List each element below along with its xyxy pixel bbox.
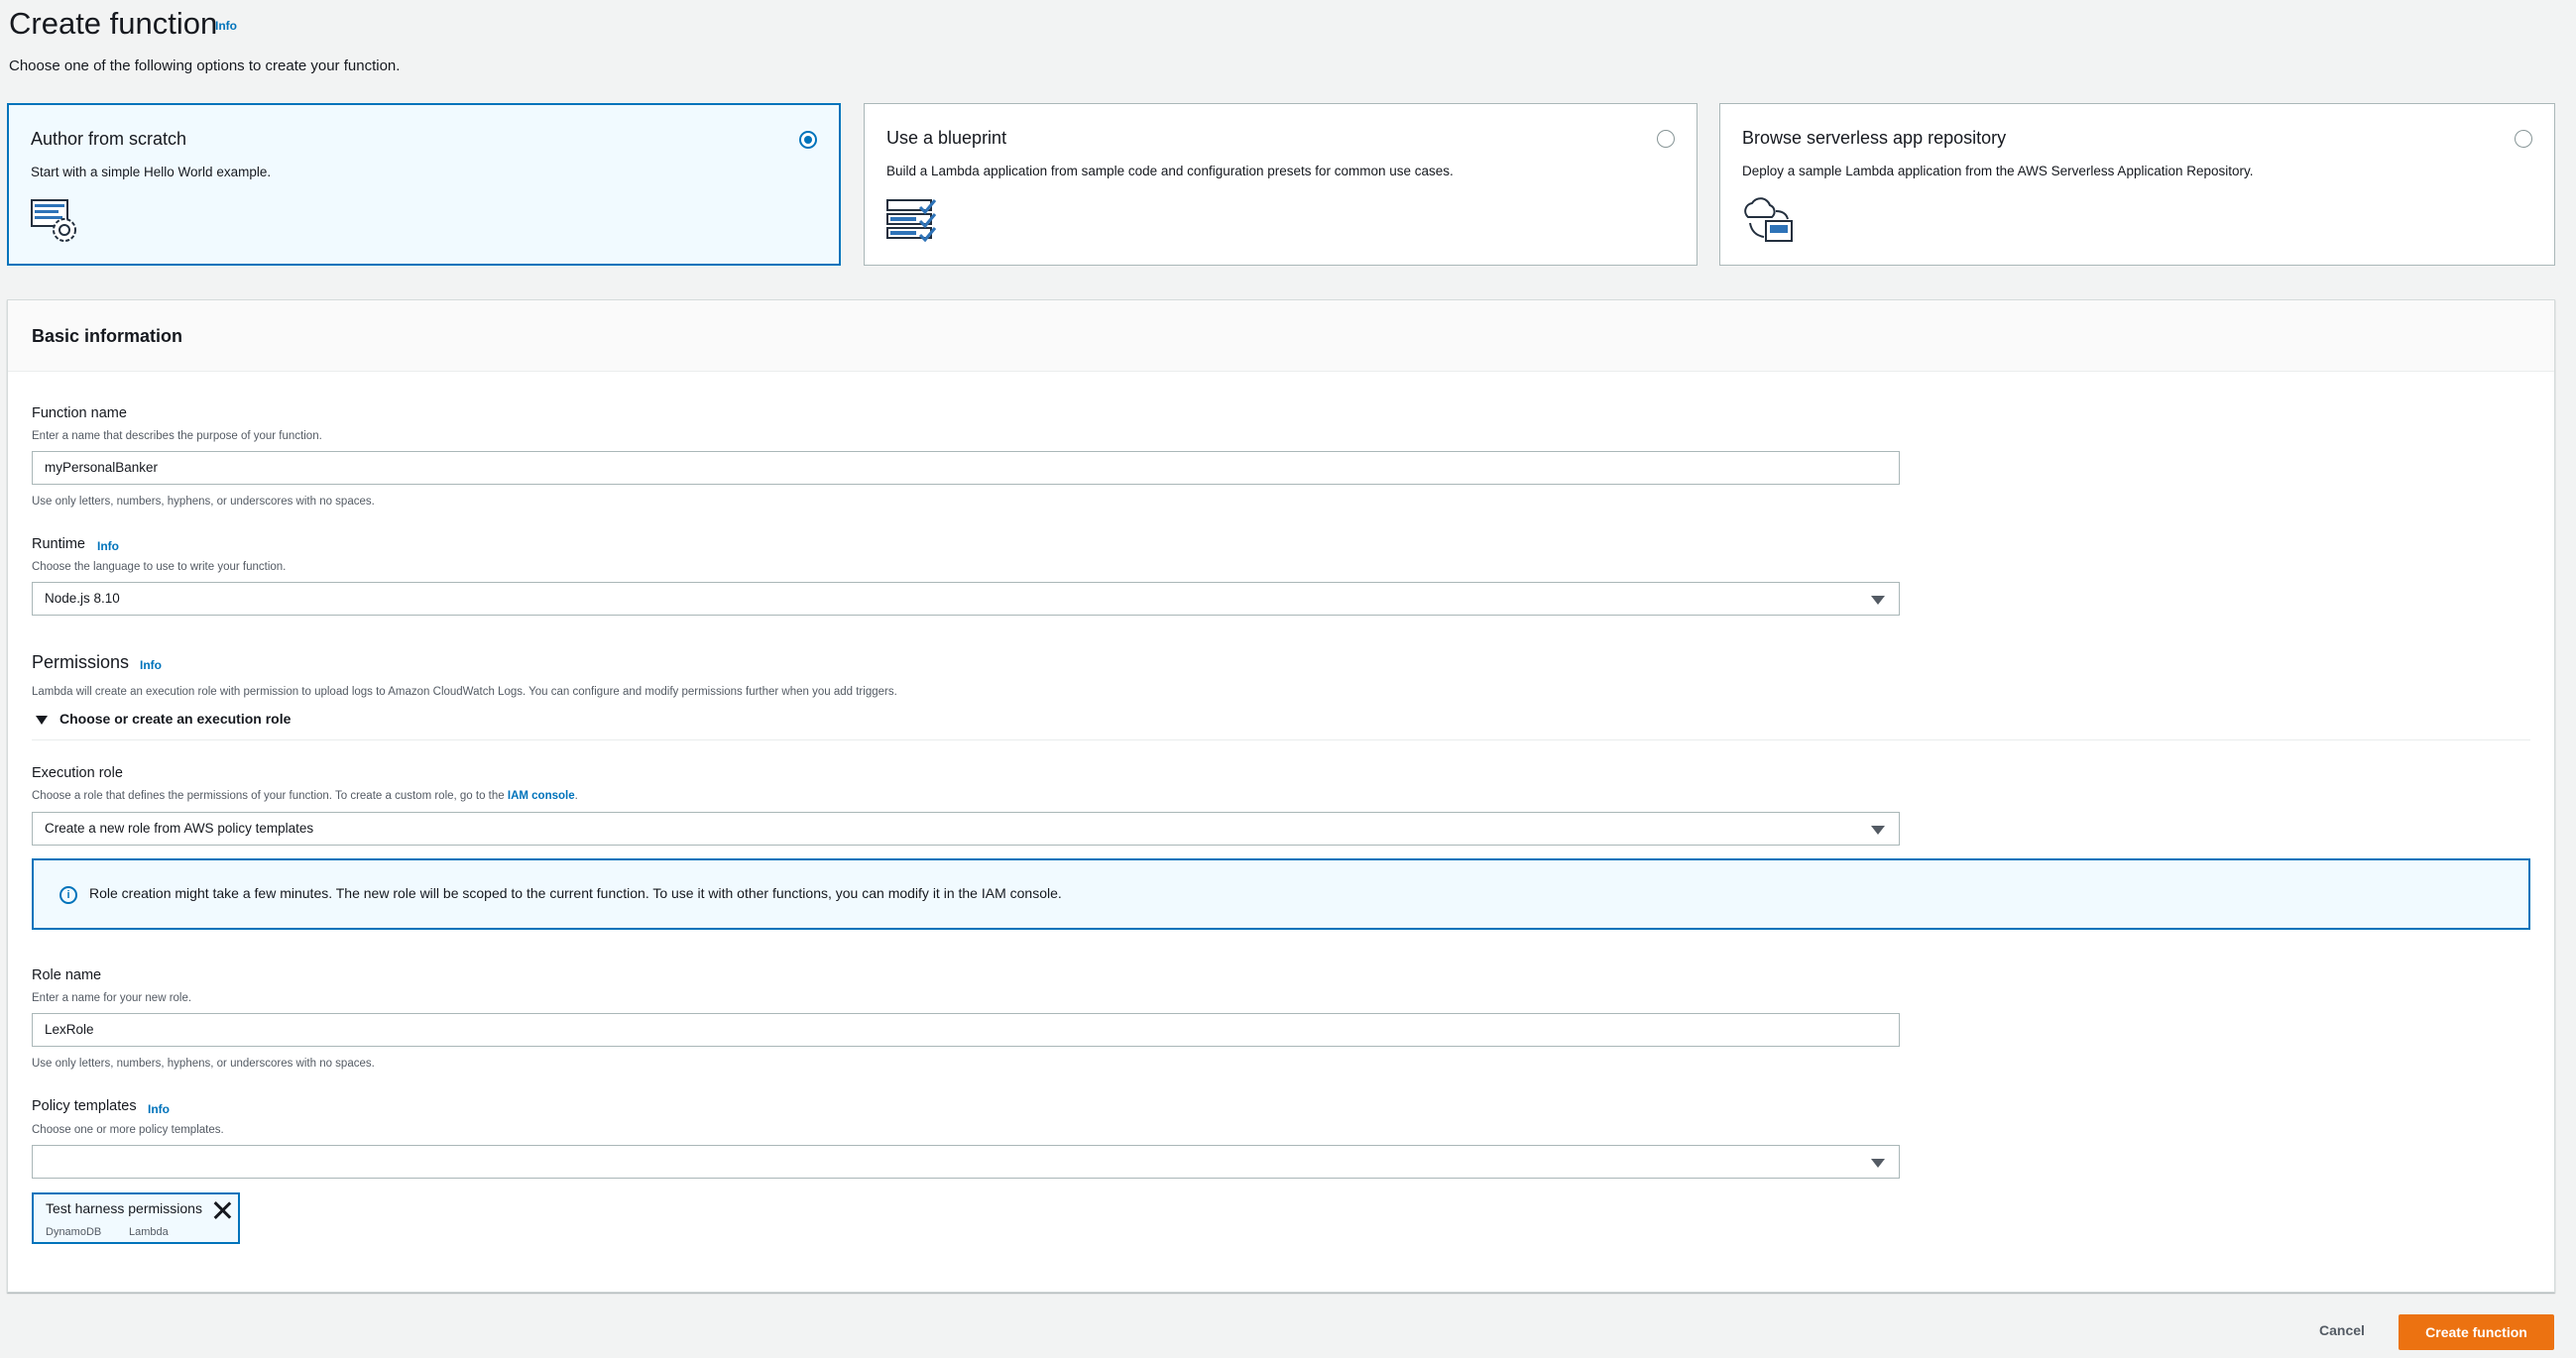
info-circle-icon: i <box>59 886 77 904</box>
cancel-button[interactable]: Cancel <box>2302 1314 2382 1346</box>
policy-templates-select[interactable] <box>32 1145 1900 1179</box>
title-info-link[interactable]: Info <box>215 19 237 33</box>
chevron-down-icon <box>1871 1159 1885 1168</box>
alert-text: Role creation might take a few minutes. … <box>89 885 1062 901</box>
runtime-info-link[interactable]: Info <box>97 539 119 553</box>
option-title: Browse serverless app repository <box>1742 128 2007 148</box>
option-radio[interactable] <box>2515 130 2532 148</box>
option-description: Build a Lambda application from sample c… <box>886 164 1454 178</box>
policy-template-token: Test harness permissions DynamoDB Lambda <box>32 1192 240 1244</box>
caret-down-icon <box>36 716 48 725</box>
execution-role-description-text: Choose a role that defines the permissio… <box>32 790 505 802</box>
permissions-heading: Permissions <box>32 652 130 672</box>
blueprint-checklist-icon <box>886 199 937 243</box>
author-code-gear-icon <box>31 199 76 242</box>
basic-information-panel: Basic information Function name Enter a … <box>7 299 2555 1293</box>
token-tag: Lambda <box>129 1226 169 1238</box>
function-name-constraint: Use only letters, numbers, hyphens, or u… <box>32 496 375 508</box>
close-icon[interactable] <box>212 1200 232 1220</box>
permissions-description: Lambda will create an execution role wit… <box>32 686 897 698</box>
option-title: Author from scratch <box>31 129 187 149</box>
role-name-label: Role name <box>32 967 102 983</box>
policy-templates-description: Choose one or more policy templates. <box>32 1124 224 1136</box>
chevron-down-icon <box>1871 596 1885 605</box>
page-subtitle: Choose one of the following options to c… <box>9 57 401 74</box>
execution-role-select[interactable]: Create a new role from AWS policy templa… <box>32 812 1900 846</box>
panel-header: Basic information <box>8 300 2554 372</box>
option-radio[interactable] <box>1657 130 1675 148</box>
permissions-info-link[interactable]: Info <box>140 658 162 672</box>
iam-console-link[interactable]: IAM console <box>508 790 575 802</box>
divider <box>32 739 2530 740</box>
role-name-description: Enter a name for your new role. <box>32 992 192 1004</box>
option-title: Use a blueprint <box>886 128 1007 148</box>
token-tag: DynamoDB <box>46 1226 102 1238</box>
policy-templates-label: Policy templates <box>32 1098 137 1114</box>
role-name-input[interactable]: LexRole <box>32 1013 1900 1047</box>
expander-label: Choose or create an execution role <box>59 711 292 727</box>
chevron-down-icon <box>1871 826 1885 835</box>
runtime-label: Runtime <box>32 536 85 552</box>
runtime-select[interactable]: Node.js 8.10 <box>32 582 1900 616</box>
cloud-repository-icon <box>1744 197 1793 242</box>
option-radio[interactable] <box>799 131 817 149</box>
panel-heading: Basic information <box>32 326 183 346</box>
option-browse-serverless-app-repository[interactable]: Browse serverless app repository Deploy … <box>1719 103 2555 266</box>
policy-templates-info-link[interactable]: Info <box>148 1102 170 1116</box>
option-use-a-blueprint[interactable]: Use a blueprint Build a Lambda applicati… <box>864 103 1698 266</box>
token-name: Test harness permissions <box>46 1200 202 1216</box>
execution-role-label: Execution role <box>32 765 123 781</box>
role-creation-alert: i Role creation might take a few minutes… <box>32 858 2530 930</box>
option-description: Deploy a sample Lambda application from … <box>1742 164 2254 178</box>
function-name-description: Enter a name that describes the purpose … <box>32 430 322 442</box>
function-name-label: Function name <box>32 405 127 421</box>
execution-role-select-value: Create a new role from AWS policy templa… <box>45 821 314 836</box>
execution-role-description-suffix: . <box>574 790 578 802</box>
execution-role-expander[interactable]: Choose or create an execution role <box>32 709 329 731</box>
option-author-from-scratch[interactable]: Author from scratch Start with a simple … <box>7 103 841 266</box>
execution-role-description: Choose a role that defines the permissio… <box>32 790 578 802</box>
create-function-button[interactable]: Create function <box>2399 1314 2554 1350</box>
page-title: Create function <box>9 6 218 41</box>
runtime-select-value: Node.js 8.10 <box>45 591 120 606</box>
role-name-constraint: Use only letters, numbers, hyphens, or u… <box>32 1058 375 1070</box>
function-name-input[interactable]: myPersonalBanker <box>32 451 1900 485</box>
option-description: Start with a simple Hello World example. <box>31 165 272 179</box>
runtime-description: Choose the language to use to write your… <box>32 561 287 573</box>
